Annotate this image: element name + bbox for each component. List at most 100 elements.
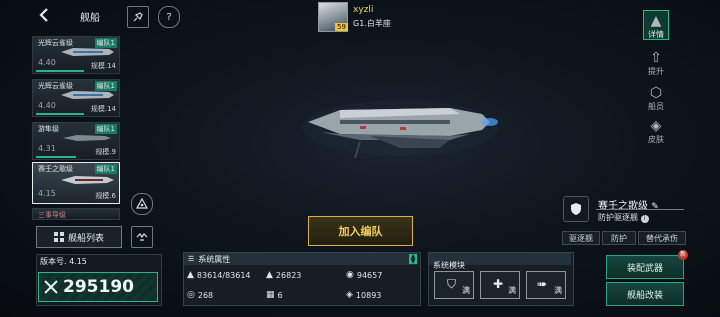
ship-card[interactable]: 游隼级 编队1 4.31 规模.9 — [32, 122, 120, 160]
ship-model[interactable] — [300, 92, 500, 162]
system-modules-header: 系统模块 — [429, 253, 571, 270]
stat-slots: ▦ 6 — [266, 290, 283, 300]
details-icon: ▲ — [650, 13, 662, 29]
stat-speed: ◎ 268 — [187, 290, 213, 300]
fleet-list-label: 舰船列表 — [67, 233, 104, 244]
ship-thumbnail-icon — [61, 48, 114, 56]
ship-card-level: 4.31 — [38, 144, 56, 153]
module-status: 满 — [508, 286, 516, 295]
fleet-filter-button[interactable] — [131, 193, 153, 215]
nav-tab-label: 皮肤 — [648, 135, 664, 144]
module-slot-engine[interactable]: ➠ 满 — [526, 271, 566, 299]
module-slot-shield[interactable]: ⛉ 满 — [434, 271, 474, 299]
ship-card[interactable]: 三事导级 — [32, 208, 120, 220]
module-defense-icon: ✚ — [493, 277, 504, 291]
ship-card-name: 游隼级 — [38, 125, 59, 133]
cargo-icon: ◈ — [346, 290, 353, 300]
sort-button[interactable] — [131, 226, 153, 248]
ship-card[interactable]: 光辉云雀级 编队1 4.40 规模.14 — [32, 36, 120, 74]
ship-thumbnail-icon — [61, 176, 114, 184]
nav-tab-label: 船员 — [648, 102, 664, 111]
grid-icon — [53, 232, 64, 242]
speed-icon: ◎ — [187, 290, 195, 300]
equip-weapons-button[interactable]: 装配武器 — [606, 255, 684, 279]
nav-tab-label: 提升 — [648, 67, 664, 76]
info-icon[interactable]: i — [640, 215, 649, 223]
ship-thumbnail-icon — [61, 91, 114, 99]
stat-value: 6 — [277, 290, 283, 300]
ship-tag: 替代承伤 — [638, 231, 686, 245]
ship-class-emblem — [563, 196, 589, 222]
stat-value: 83614/83614 — [196, 270, 251, 280]
crossed-swords-icon — [44, 280, 58, 294]
ship-card-scale: 规模.6 — [95, 192, 116, 200]
ship-card-scale: 规模.9 — [95, 148, 116, 156]
equip-weapons-label: 装配武器 — [626, 263, 663, 274]
stat-armor: ▲ 26823 — [266, 270, 301, 280]
nav-tab-skin[interactable]: ◈ 皮肤 — [643, 118, 669, 145]
edit-icon[interactable]: ✎ — [651, 202, 659, 212]
stat-value: 10893 — [355, 290, 382, 300]
ship-card[interactable]: 光辉云雀级 编队1 4.40 规模.14 — [32, 79, 120, 117]
ship-thumbnail-icon — [63, 135, 111, 141]
ship-card-name: 三事导级 — [38, 211, 66, 219]
power-box: 295190 — [38, 272, 158, 302]
checker-icon: ▦ — [266, 290, 275, 300]
stat-shield: ◉ 94657 — [346, 270, 382, 280]
ship-subtitle: 防护驱逐舰 i — [598, 212, 649, 223]
fleet-list-button[interactable]: 舰船列表 — [36, 226, 122, 248]
help-icon: ? — [166, 11, 172, 23]
ship-name-underline — [596, 209, 684, 210]
page-title: 舰船 — [80, 13, 100, 24]
ship-subtitle-text: 防护驱逐舰 — [598, 213, 638, 222]
ship-tag: 防护 — [602, 231, 636, 245]
ship-card-level: 4.15 — [38, 189, 56, 198]
crew-icon: ⬡ — [649, 85, 663, 101]
ship-refit-button[interactable]: 舰船改装 — [606, 282, 684, 306]
shield-icon — [571, 203, 581, 215]
rocket-button[interactable] — [127, 6, 149, 28]
stat-cargo: ◈ 10893 — [346, 290, 381, 300]
shield-stat-icon: ◉ — [346, 270, 354, 280]
ship-card-bar — [36, 70, 84, 72]
power-value: 295190 — [63, 277, 134, 297]
system-modules-title: 系统模块 — [433, 261, 465, 270]
ship-card-level: 4.40 — [38, 58, 56, 67]
stat-durability: ▲ 83614/83614 — [187, 270, 251, 280]
nav-tab-label: 详情 — [648, 30, 664, 39]
ship-card-bar — [36, 113, 84, 115]
durability-icon: ▲ — [187, 270, 194, 280]
rocket-icon — [133, 12, 143, 22]
triangle-target-icon — [136, 198, 148, 209]
system-attrs-header: ☰ 系统属性 — [184, 253, 418, 265]
ship-card-scale: 规模.14 — [90, 105, 116, 113]
upgrade-icon: ⇧ — [650, 50, 662, 66]
ship-card-bar — [36, 156, 76, 158]
player-name: xyzli — [353, 5, 374, 15]
expand-arrows-button[interactable]: ▲ ▼ — [409, 254, 417, 265]
module-slot-defense[interactable]: ✚ 满 — [480, 271, 520, 299]
module-status: 满 — [554, 286, 562, 295]
stat-value: 94657 — [356, 270, 383, 280]
system-attrs-title: 系统属性 — [198, 254, 231, 264]
module-shield-icon: ⛉ — [447, 277, 457, 291]
nav-tab-upgrade[interactable]: ⇧ 提升 — [643, 50, 669, 77]
ship-tag: 驱逐舰 — [562, 231, 600, 245]
ship-refit-label: 舰船改装 — [626, 290, 663, 301]
sort-icon — [136, 233, 148, 241]
chevron-left-icon — [39, 8, 48, 22]
back-button[interactable] — [36, 7, 52, 23]
armor-icon: ▲ — [266, 270, 273, 280]
skin-icon: ◈ — [650, 118, 662, 134]
help-button[interactable]: ? — [158, 6, 180, 28]
list-icon: ☰ — [188, 255, 195, 263]
nav-tab-crew[interactable]: ⬡ 船员 — [643, 85, 669, 112]
stat-value: 268 — [197, 290, 214, 300]
nav-tab-details[interactable]: ▲ 详情 — [643, 10, 669, 40]
add-to-fleet-button[interactable]: 加入编队 — [308, 216, 413, 246]
stat-value: 26823 — [275, 270, 302, 280]
ship-card-selected[interactable]: 赛壬之歌级 编队1 4.15 规模.6 — [32, 162, 120, 204]
ship-name-text: 赛壬之歌级 — [598, 201, 648, 212]
add-to-fleet-label: 加入编队 — [338, 225, 383, 238]
new-badge: 新 — [678, 250, 688, 260]
